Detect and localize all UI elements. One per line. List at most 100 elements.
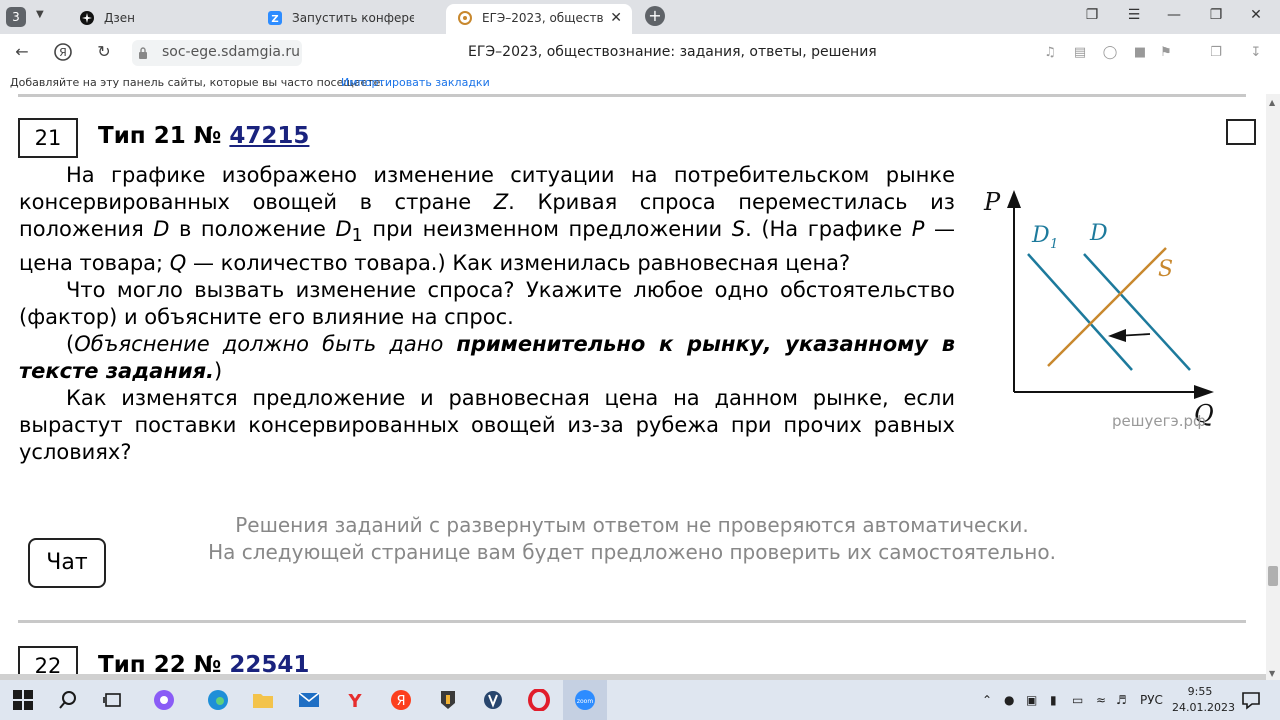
menu-icon[interactable]: ☰ [1122,7,1146,27]
chevron-down-icon[interactable]: ▼ [36,9,44,20]
supply-curve-s [1047,247,1167,367]
yandex-icon: Я [54,43,72,61]
url-text: soc-ege.sdamgia.ru [162,44,301,60]
bookmark-icon[interactable]: ⚑ [1158,45,1174,61]
language-indicator[interactable]: РУС [1140,693,1163,707]
tab-sdamgia[interactable]: ЕГЭ–2023, обществозна ✕ [446,4,632,34]
chevron-up-icon[interactable]: ⌃ [982,693,992,707]
yandex-icon[interactable]: Я [390,689,412,711]
close-window-button[interactable]: ✕ [1244,7,1268,27]
watermark: решуегэ.рф [1112,412,1206,430]
close-icon[interactable]: ✕ [610,4,622,32]
tanks-game-icon[interactable] [437,689,459,711]
volume-icon[interactable]: ♬ [1116,693,1127,707]
problem-type-label: Тип 21 № [98,123,222,149]
mail-icon[interactable] [298,689,320,711]
reader-icon[interactable]: ▤ [1072,45,1088,61]
message-line: На следующей странице вам будет предложе… [208,540,1056,564]
tray-app-icon[interactable]: ● [1004,693,1014,707]
alice-icon[interactable] [153,689,175,711]
svg-text:Я: Я [59,46,67,59]
clock[interactable]: 9:55 24.01.2023 [1172,684,1235,716]
page-content: 21 Тип 21 № 47215 На графике изображено … [0,94,1266,680]
downloads-icon[interactable]: ↧ [1248,45,1264,61]
bookmarks-panel-icon[interactable]: ❐ [1208,45,1224,61]
svg-text:Z: Z [271,14,278,25]
back-button[interactable]: ← [10,42,34,64]
divider [18,94,1246,97]
zoom-icon: Z [268,11,282,25]
scroll-down-icon[interactable]: ▼ [1269,669,1275,678]
page-title: ЕГЭ–2023, обществознание: задания, ответ… [468,44,877,60]
taskbar: Y Я zoom ⌃ ● ▣ ▮ ▭ ≈ ♬ РУС 9:55 24.01.20… [0,680,1280,720]
divider [18,620,1246,623]
scroll-up-icon[interactable]: ▲ [1269,98,1275,107]
battery-icon[interactable]: ▭ [1072,693,1083,707]
extensions-icon[interactable]: ■ [1132,45,1148,61]
curve-label-d: D [1089,221,1108,246]
demand-curve-d1 [1027,253,1133,371]
sdamgia-icon [458,11,472,25]
svg-text:Я: Я [396,694,405,709]
navigation-bar: ← Я ↻ soc-ege.sdamgia.ru ЕГЭ–2023, общес… [0,34,1280,72]
axis-label-p: P [983,188,1001,216]
yandex-button[interactable]: Я [51,42,75,64]
yandex-browser-icon[interactable]: Y [344,689,366,711]
file-explorer-icon[interactable] [252,689,274,711]
x-axis-arrow [1194,385,1214,399]
tab-zoom[interactable]: Z Запустить конференцию [256,4,442,34]
tab-strip: 3 ▼ Дзен Z Запустить конференцию ЕГЭ–202… [0,0,1280,34]
lock-icon [139,47,147,59]
chat-button[interactable]: Чат [28,538,106,588]
bookmarks-bar: Добавляйте на эту панель сайты, которые … [0,72,1280,94]
windows-start-icon[interactable] [12,689,34,711]
time: 9:55 [1187,685,1213,698]
svg-text:Y: Y [347,691,362,711]
problem-text: На графике изображено изменение ситуации… [19,162,955,466]
microphone-icon[interactable]: ▮ [1050,693,1057,707]
collections-icon[interactable]: ❐ [1080,7,1104,27]
paragraph: На графике изображено изменение ситуации… [19,163,955,276]
bookmarks-hint: Добавляйте на эту панель сайты, которые … [10,76,384,89]
meet-icon[interactable]: ▣ [1026,693,1037,707]
search-icon[interactable] [57,689,79,711]
opera-icon[interactable] [528,689,550,711]
vertical-scrollbar[interactable]: ▲ ▼ [1266,94,1280,680]
paragraph: (Объяснение должно быть дано применитель… [19,332,955,384]
curve-label-d1-sub: 1 [1050,237,1058,252]
svg-text:zoom: zoom [577,698,593,705]
demand-curve-d [1083,253,1191,371]
supply-demand-graph: P Q D 1 D S [983,188,1214,428]
import-bookmarks-link[interactable]: Импортировать закладки [341,76,490,89]
curve-label-d1: D [1031,223,1050,248]
warships-game-icon[interactable] [482,689,504,711]
tab-dzen[interactable]: Дзен [68,4,250,34]
dzen-icon [80,11,94,25]
tab-counter-badge[interactable]: 3 [6,7,26,27]
y-axis-arrow [1007,190,1021,208]
wifi-icon[interactable]: ≈ [1096,693,1106,707]
paragraph: Как изменятся предложение и равновесная … [19,386,955,465]
reload-button[interactable]: ↻ [92,42,116,64]
new-tab-button[interactable]: + [645,6,665,26]
curve-label-s: S [1158,257,1173,282]
tab-label: ЕГЭ–2023, обществозна [482,11,604,25]
translate-icon[interactable]: ◯ [1102,45,1118,61]
restore-button[interactable]: ❐ [1204,7,1228,27]
headphones-icon[interactable]: ♫ [1042,45,1058,61]
problem-checkbox[interactable] [1226,119,1256,145]
tab-label: Запустить конференцию [292,11,414,25]
message-line: Решения заданий с развернутым ответом не… [235,513,1029,537]
problem-id-link[interactable]: 47215 [229,123,309,149]
paragraph: Что могло вызвать изменение спроса? Укаж… [19,278,955,330]
minimize-button[interactable]: — [1162,7,1186,27]
notifications-icon[interactable] [1240,689,1262,711]
zoom-app-icon[interactable]: zoom [574,689,596,711]
task-view-icon[interactable] [102,689,124,711]
problem-number-badge: 21 [18,118,78,158]
scrollbar-thumb[interactable] [1268,566,1278,586]
self-check-message: Решения заданий с развернутым ответом не… [100,512,1164,566]
edge-icon[interactable] [207,689,229,711]
address-field[interactable]: soc-ege.sdamgia.ru [132,40,302,66]
problem-heading: Тип 21 № 47215 [98,123,309,149]
